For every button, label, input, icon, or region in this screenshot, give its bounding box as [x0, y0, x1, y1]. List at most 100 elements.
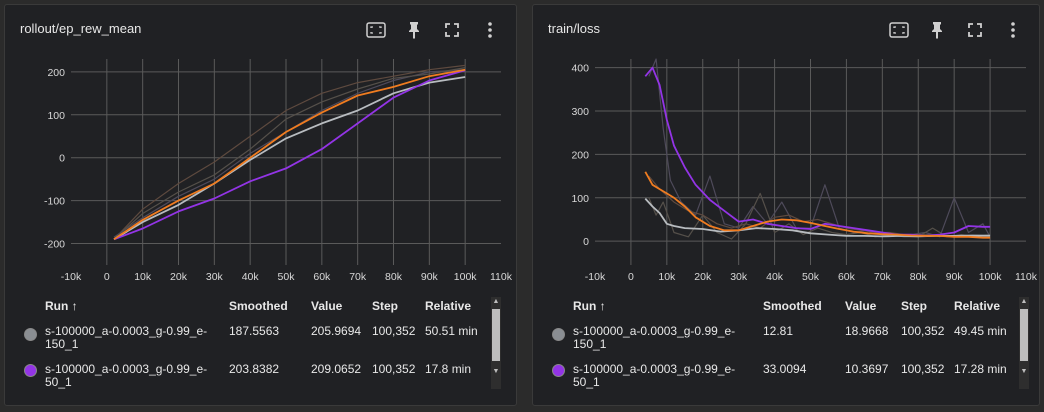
relative-time: 17.28 min — [954, 362, 1007, 376]
scroll-thumb[interactable] — [1020, 309, 1028, 361]
fullscreen-icon[interactable] — [963, 19, 987, 41]
run-name: s-100000_a-0.0003_g-0.99_e- 50_1 — [45, 362, 208, 389]
run-name: s-100000_a-0.0003_g-0.99_e- 150_1 — [45, 324, 208, 351]
step: 100,352 — [372, 362, 416, 376]
y-tick-label: 200 — [47, 67, 65, 79]
col-smoothed: Smoothed — [763, 299, 822, 313]
smoothed-value: 187.5563 — [229, 324, 280, 338]
x-tick-label: 10k — [134, 271, 152, 283]
run-color-dot — [552, 364, 565, 377]
x-tick-label: 100k — [979, 271, 1003, 283]
scroll-thumb[interactable] — [492, 309, 500, 361]
y-tick-label: -200 — [44, 239, 65, 251]
value: 10.3697 — [845, 362, 889, 376]
x-tick-label: 110k — [1015, 271, 1038, 283]
x-tick-label: 50k — [278, 271, 296, 283]
scroll-up-icon[interactable]: ▲ — [1019, 297, 1029, 307]
x-tick-label: 40k — [766, 271, 784, 283]
relative-time: 17.8 min — [425, 362, 472, 376]
pin-icon[interactable] — [925, 19, 949, 41]
x-tick-label: 70k — [874, 271, 892, 283]
step: 100,352 — [372, 324, 416, 338]
x-tick-label: 0 — [104, 271, 110, 283]
x-tick-label: 60k — [838, 271, 856, 283]
card-title: rollout/ep_rew_mean — [20, 21, 142, 36]
chart-card-ep-rew-mean: rollout/ep_rew_mean -200 -100 0 100 200 -10k 0… — [4, 4, 517, 406]
value: 18.9668 — [845, 324, 889, 338]
fit-domain-icon[interactable] — [364, 19, 388, 41]
y-tick-label: 400 — [571, 63, 589, 75]
x-tick-label: 90k — [421, 271, 439, 283]
x-tick-label: 90k — [946, 271, 964, 283]
series-line-2 — [113, 67, 466, 240]
run-color-dot — [24, 328, 37, 341]
run-color-dot — [552, 328, 565, 341]
col-run[interactable]: Run ↑ — [45, 299, 78, 313]
x-tick-label: 70k — [349, 271, 367, 283]
y-tick-label: 100 — [47, 110, 65, 122]
series-line-0 — [113, 64, 466, 240]
more-vert-icon[interactable] — [1001, 19, 1025, 41]
y-tick-label: 200 — [571, 149, 589, 161]
x-tick-label: 80k — [385, 271, 403, 283]
smoothed-value: 33.0094 — [763, 362, 807, 376]
x-tick-label: 30k — [730, 271, 748, 283]
x-tick-label: 110k — [490, 271, 513, 283]
run-name: s-100000_a-0.0003_g-0.99_e- 150_1 — [573, 324, 736, 351]
relative-time: 49.45 min — [954, 324, 1007, 338]
col-step: Step — [372, 299, 399, 313]
x-tick-label: 100k — [454, 271, 478, 283]
x-tick-label: 0 — [628, 271, 634, 283]
scroll-down-icon[interactable]: ▼ — [1019, 367, 1029, 377]
x-tick-label: 50k — [802, 271, 820, 283]
step: 100,352 — [901, 324, 945, 338]
value: 205.9694 — [311, 324, 362, 338]
more-vert-icon[interactable] — [478, 19, 502, 41]
table-row[interactable]: s-100000_a-0.0003_g-0.99_e- 150_1 187.556… — [5, 325, 516, 361]
table-scrollbar[interactable]: ▲ ▼ — [491, 297, 501, 389]
fit-domain-icon[interactable] — [887, 19, 911, 41]
y-tick-label: -100 — [44, 196, 65, 208]
card-toolbar — [364, 19, 502, 41]
x-tick-label: 30k — [206, 271, 224, 283]
x-tick-label: 20k — [694, 271, 712, 283]
series-line-4 — [113, 69, 466, 241]
col-smoothed: Smoothed — [229, 299, 288, 313]
x-tick-label: 60k — [313, 271, 331, 283]
series-line-0 — [648, 58, 991, 238]
series-line-1 — [113, 69, 466, 238]
table-scrollbar[interactable]: ▲ ▼ — [1019, 297, 1029, 389]
table-row[interactable]: s-100000_a-0.0003_g-0.99_e- 150_1 12.81 1… — [533, 325, 1039, 361]
smoothed-value: 12.81 — [763, 324, 794, 338]
run-name: s-100000_a-0.0003_g-0.99_e- 50_1 — [573, 362, 736, 389]
table-row[interactable]: s-100000_a-0.0003_g-0.99_e- 50_1 33.0094 … — [533, 363, 1039, 399]
step: 100,352 — [901, 362, 945, 376]
scroll-down-icon[interactable]: ▼ — [491, 367, 501, 377]
col-value: Value — [845, 299, 877, 313]
y-tick-label: 0 — [59, 153, 65, 165]
chart-card-train-loss: train/loss 0 100 200 300 400 -10k 0 10k 20k 30k 40… — [532, 4, 1040, 406]
run-color-dot — [24, 364, 37, 377]
reward-line-chart[interactable]: -200 -100 0 100 200 -10k 0 10k 20k 30k 40k 50k 60k 70… — [5, 55, 518, 290]
fullscreen-icon[interactable] — [440, 19, 464, 41]
y-tick-label: 100 — [571, 193, 589, 205]
value: 209.0652 — [311, 362, 362, 376]
pin-icon[interactable] — [402, 19, 426, 41]
col-relative: Relative — [425, 299, 472, 313]
loss-line-chart[interactable]: 0 100 200 300 400 -10k 0 10k 20k 30k 40k 50k 60k 70k 8… — [533, 55, 1041, 290]
relative-time: 50.51 min — [425, 324, 478, 338]
col-run[interactable]: Run ↑ — [573, 299, 606, 313]
card-toolbar — [887, 19, 1025, 41]
table-row[interactable]: s-100000_a-0.0003_g-0.99_e- 50_1 203.8382… — [5, 363, 516, 399]
series-line-2 — [648, 175, 991, 238]
x-tick-label: -10k — [61, 271, 82, 283]
x-tick-label: 10k — [658, 271, 676, 283]
y-tick-label: 0 — [583, 236, 589, 248]
col-step: Step — [901, 299, 928, 313]
series-line-5 — [113, 68, 466, 241]
scroll-up-icon[interactable]: ▲ — [491, 297, 501, 307]
x-tick-label: 40k — [242, 271, 260, 283]
y-tick-label: 300 — [571, 106, 589, 118]
col-value: Value — [311, 299, 343, 313]
x-tick-label: 80k — [910, 271, 928, 283]
